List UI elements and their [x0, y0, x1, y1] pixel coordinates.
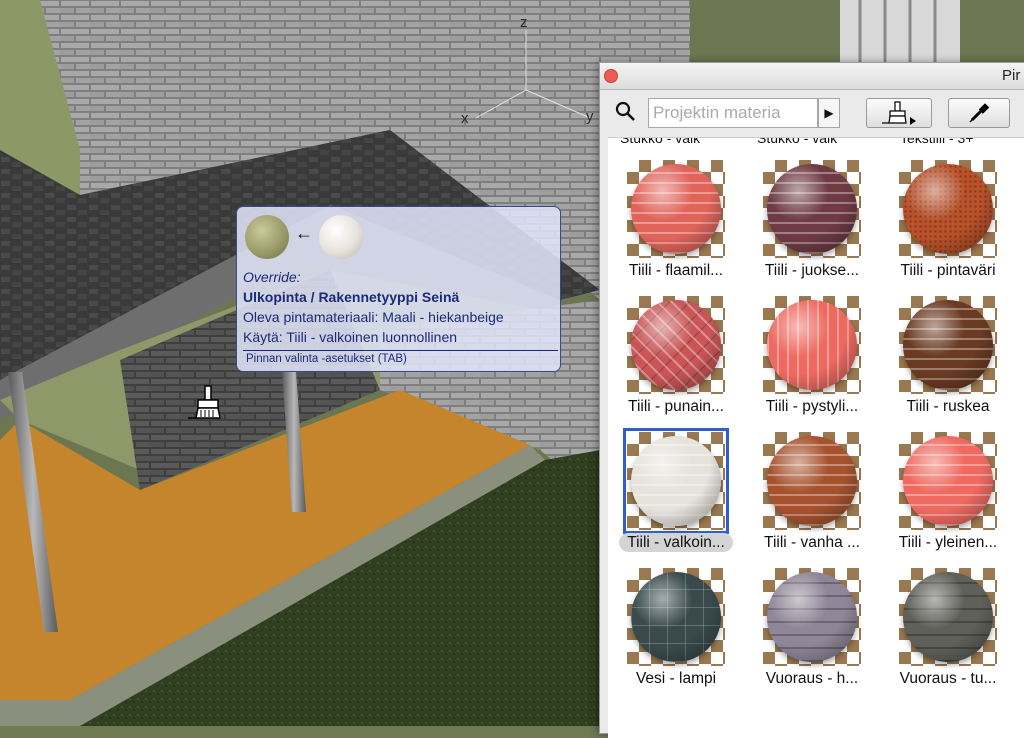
material-tile[interactable]: Tiili - juokse... — [744, 160, 880, 296]
new-material-swatch — [319, 215, 363, 259]
material-label-text: Tiili - punain... — [628, 398, 724, 415]
material-tile[interactable]: Tiili - valkoin... — [608, 428, 744, 568]
close-button[interactable] — [604, 69, 618, 83]
tooltip-divider — [243, 350, 558, 351]
material-preview-sphere — [903, 436, 993, 526]
material-label: Vuoraus - tu... — [880, 670, 1016, 688]
tooltip-apply-material: Käytä: Tiili - valkoinen luonnollinen — [243, 329, 458, 345]
triangle-right-icon: ▶ — [824, 106, 834, 120]
search-input[interactable] — [648, 98, 818, 128]
material-thumbnail — [627, 568, 725, 666]
material-label-text: Vuoraus - h... — [765, 670, 859, 687]
material-label-text: Tiili - flaamil... — [628, 262, 724, 279]
material-tile[interactable]: Vuoraus - h... — [744, 568, 880, 704]
material-label: Tiili - valkoin... — [608, 533, 744, 552]
material-preview-sphere — [767, 164, 857, 254]
material-thumbnail — [899, 160, 997, 258]
material-tile[interactable]: Tiili - yleinen... — [880, 432, 1016, 568]
material-tile[interactable]: Vesi - lampi — [608, 568, 744, 704]
material-thumbnail — [623, 428, 729, 534]
palette-title: Pir — [1002, 67, 1021, 84]
material-label: Tiili - flaamil... — [608, 262, 744, 280]
material-preview-sphere — [767, 572, 857, 662]
material-label: Vuoraus - h... — [744, 670, 880, 688]
material-preview-sphere — [631, 300, 721, 390]
axis-z-label: z — [520, 14, 528, 31]
paintbrush-icon — [882, 101, 916, 125]
material-label-text: Tiili - juokse... — [764, 262, 860, 279]
material-label: Tiili - yleinen... — [880, 534, 1016, 552]
tooltip-surface: Ulkopinta / Rakennetyyppi Seinä — [243, 289, 460, 305]
override-tooltip: ← Override: Ulkopinta / Rakennetyyppi Se… — [236, 206, 561, 372]
material-label-text: Vesi - lampi — [635, 670, 717, 687]
material-thumbnail — [627, 296, 725, 394]
material-label: Tiili - juokse... — [744, 262, 880, 280]
material-label-text: Tiili - yleinen... — [898, 534, 998, 551]
material-tile[interactable]: Tiili - pintaväri — [880, 160, 1016, 296]
palette-titlebar[interactable]: Pir — [600, 63, 1024, 90]
material-label: Tiili - punain... — [608, 398, 744, 416]
material-label-text: Vuoraus - tu... — [899, 670, 997, 687]
material-preview-sphere — [767, 300, 857, 390]
material-thumbnail — [899, 296, 997, 394]
material-label-text: Tiili - pintaväri — [900, 262, 996, 279]
material-label: Tiili - ruskea — [880, 398, 1016, 416]
material-label-text: Tiili - valkoin... — [619, 533, 733, 552]
material-thumbnail — [763, 296, 861, 394]
cut-row-label: Stukko - valk — [620, 137, 701, 146]
material-label-text: Tiili - pystyli... — [765, 398, 859, 415]
tooltip-current-material: Oleva pintamateriaali: Maali - hiekanbei… — [243, 309, 504, 325]
eyedropper-icon — [969, 103, 990, 123]
material-palette: Pir ▶ Stukko - valk Stukko - valk Teksti… — [599, 62, 1024, 738]
material-tile[interactable]: Tiili - vanha ... — [744, 432, 880, 568]
material-label: Tiili - vanha ... — [744, 534, 880, 552]
material-label-text: Tiili - vanha ... — [764, 534, 860, 551]
material-tile[interactable]: Tiili - pystyli... — [744, 296, 880, 432]
material-label: Tiili - pystyli... — [744, 398, 880, 416]
material-preview-sphere — [767, 436, 857, 526]
material-label: Tiili - pintaväri — [880, 262, 1016, 280]
arrow-left-icon: ← — [295, 223, 313, 243]
cut-row-label: Stukko - valk — [757, 137, 838, 146]
material-preview-sphere — [631, 164, 721, 254]
material-label: Vesi - lampi — [608, 670, 744, 688]
material-thumbnail — [763, 160, 861, 258]
current-material-swatch — [245, 215, 289, 259]
material-thumbnail — [899, 568, 997, 666]
material-grid: Stukko - valk Stukko - valk Tekstiili - … — [608, 137, 1024, 738]
paint-tool-button[interactable] — [866, 98, 932, 128]
material-label-text: Tiili - ruskea — [906, 398, 990, 415]
material-preview-sphere — [631, 436, 721, 526]
search-icon — [615, 101, 635, 121]
material-tile[interactable]: Tiili - punain... — [608, 296, 744, 432]
tooltip-footer: Pinnan valinta -asetukset (TAB) — [246, 353, 407, 365]
cut-row-label: Tekstiili - 3+ — [900, 137, 974, 146]
material-thumbnail — [763, 432, 861, 530]
material-preview-sphere — [903, 164, 993, 254]
material-preview-sphere — [903, 300, 993, 390]
axis-y-label: y — [586, 108, 594, 125]
material-thumbnail — [627, 160, 725, 258]
material-tile[interactable]: Tiili - flaamil... — [608, 160, 744, 296]
tooltip-heading: Override: — [243, 269, 301, 285]
search-dropdown-button[interactable]: ▶ — [818, 98, 840, 128]
material-thumbnail — [763, 568, 861, 666]
paintbrush-cursor-icon — [188, 385, 221, 419]
material-tile[interactable]: Tiili - ruskea — [880, 296, 1016, 432]
eyedropper-button[interactable] — [948, 98, 1010, 128]
material-tile[interactable]: Vuoraus - tu... — [880, 568, 1016, 704]
material-preview-sphere — [903, 572, 993, 662]
axis-x-label: x — [461, 110, 469, 127]
material-preview-sphere — [631, 572, 721, 662]
material-thumbnail — [899, 432, 997, 530]
